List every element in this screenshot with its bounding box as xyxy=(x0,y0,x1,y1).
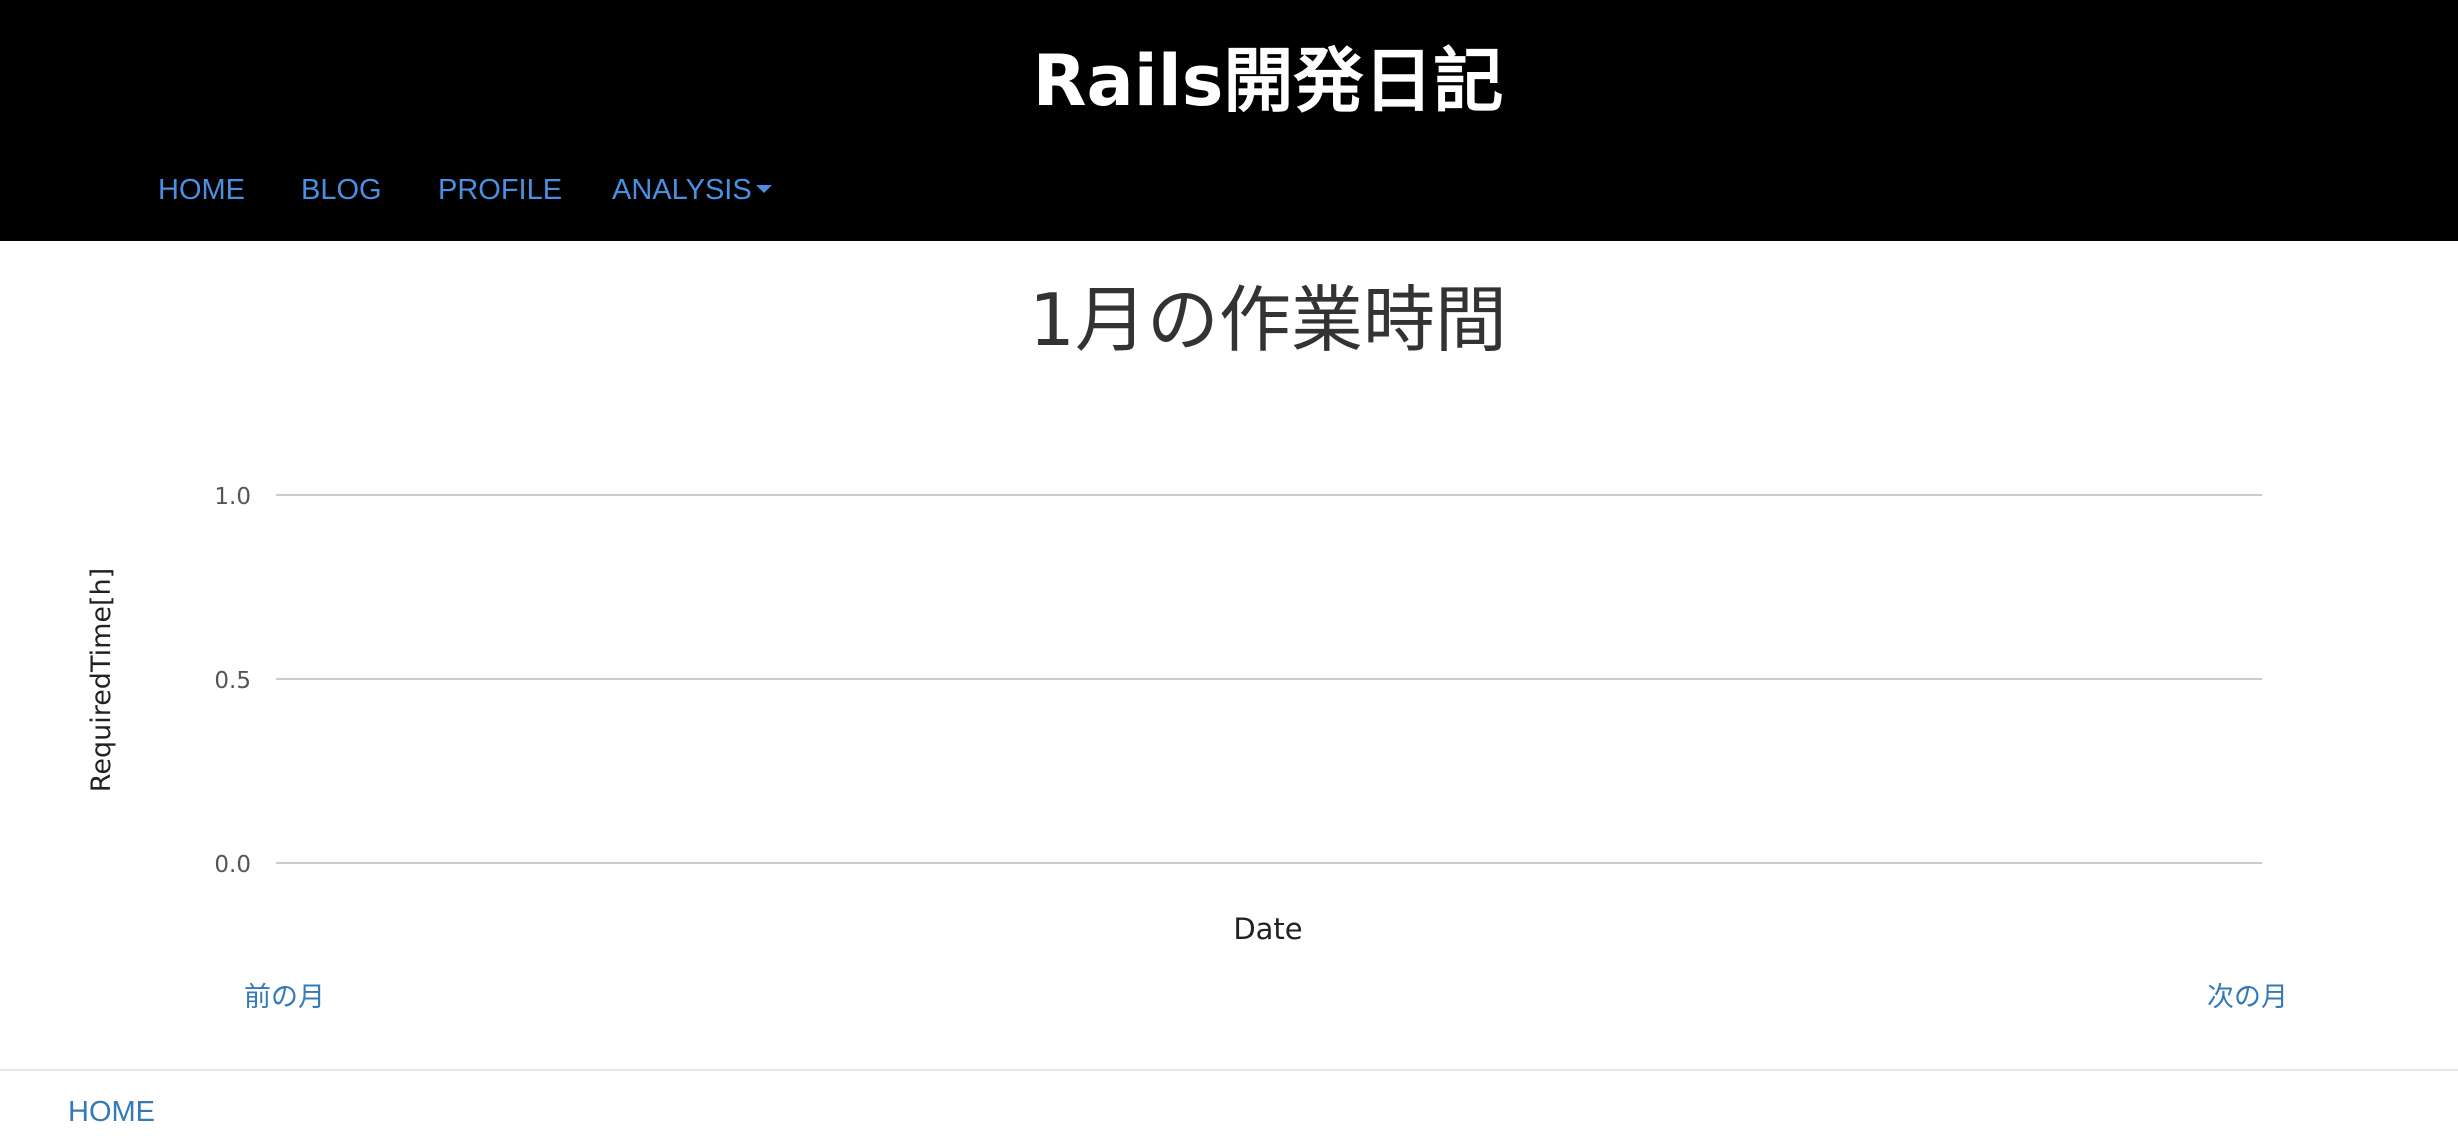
x-axis-label: Date xyxy=(1233,912,1302,946)
prev-month-link[interactable]: 前の月 xyxy=(244,978,325,1018)
y-axis-label: RequiredTime[h] xyxy=(86,568,117,792)
footer-divider xyxy=(0,1069,2458,1071)
footer-home-link[interactable]: HOME xyxy=(68,1092,155,1132)
y-tick-label: 0.0 xyxy=(214,852,251,878)
y-tick-label: 0.5 xyxy=(214,668,251,694)
worktime-chart: 0.0 0.5 1.0 RequiredTime[h] Date xyxy=(86,484,2262,946)
next-month-link[interactable]: 次の月 xyxy=(2207,978,2288,1018)
y-tick-label: 1.0 xyxy=(214,484,251,510)
